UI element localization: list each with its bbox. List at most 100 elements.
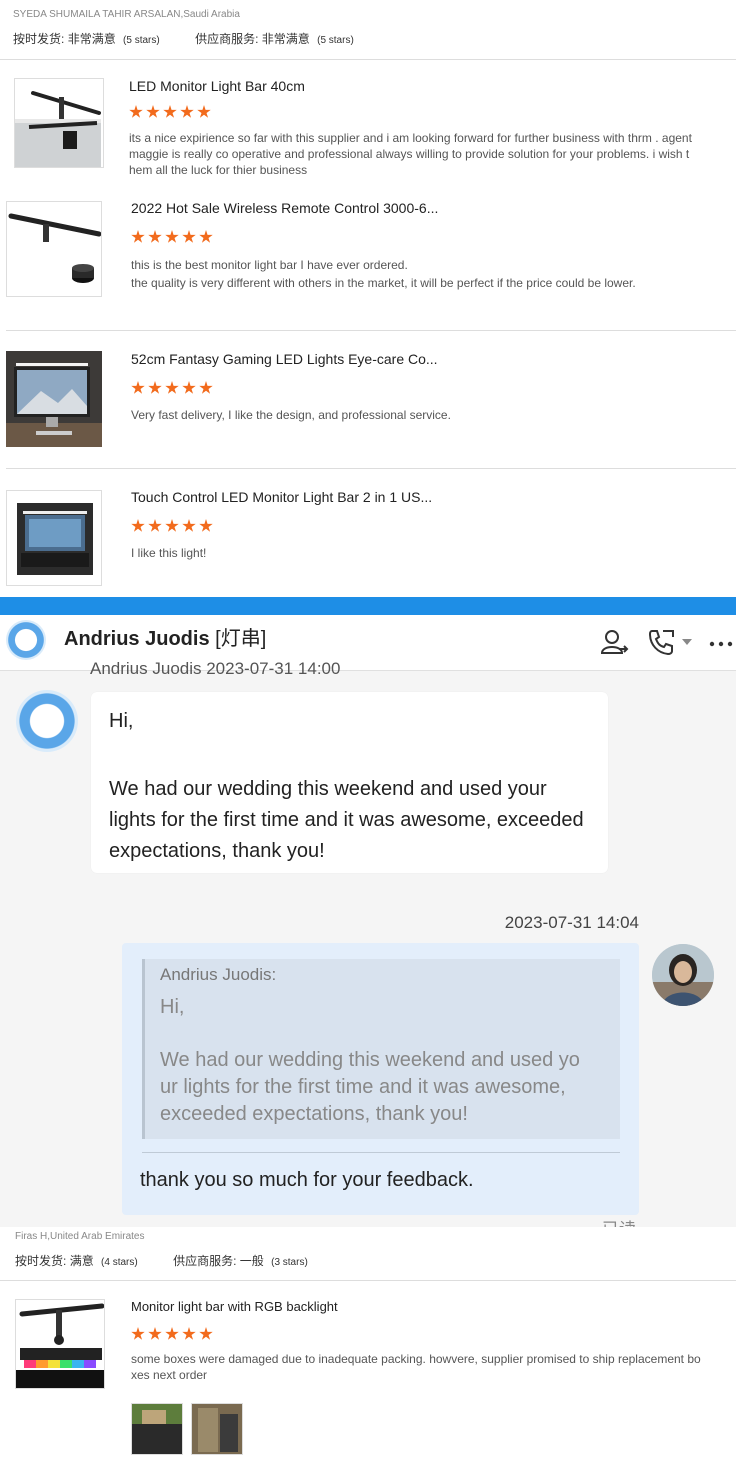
quoted-greeting: Hi, bbox=[160, 996, 185, 1018]
service-value: 非常满意 bbox=[261, 32, 310, 46]
review-text-line: maggie is really co operative and profes… bbox=[129, 147, 690, 161]
reviewer-name: SYEDA SHUMAILA TAHIR ARSALAN,Saudi Arabi… bbox=[13, 9, 240, 20]
star-icon bbox=[165, 1327, 179, 1340]
star-icon bbox=[148, 1327, 162, 1340]
service-rating: 供应商服务: 非常满意 (5 stars) bbox=[195, 30, 354, 47]
incoming-message-bubble[interactable]: Hi, We had our wedding this weekend and … bbox=[91, 692, 608, 873]
star-icon bbox=[199, 230, 213, 243]
divider bbox=[6, 330, 736, 331]
reply-divider bbox=[142, 1152, 620, 1153]
contact-name[interactable]: Andrius Juodis [灯串] bbox=[64, 622, 266, 651]
quoted-message[interactable]: Andrius Juodis: Hi, We had our wedding t… bbox=[142, 959, 620, 1139]
quoted-sender: Andrius Juodis: bbox=[160, 965, 277, 984]
product-title[interactable]: Monitor light bar with RGB backlight bbox=[131, 1299, 338, 1314]
shipping-stars-note: (4 stars) bbox=[101, 1257, 138, 1268]
star-icon bbox=[163, 105, 177, 118]
review-photo[interactable] bbox=[131, 1403, 183, 1455]
star-rating bbox=[131, 519, 213, 533]
message-body: We had our wedding this weekend and used… bbox=[109, 778, 584, 862]
reviewer-name: Firas H,United Arab Emirates bbox=[15, 1231, 145, 1242]
divider bbox=[0, 59, 736, 60]
review-text: Very fast delivery, I like the design, a… bbox=[131, 407, 451, 423]
review-text-line: the quality is very different with other… bbox=[131, 276, 636, 290]
ratings-summary: 按时发货: 非常满意 (5 stars) 供应商服务: 非常满意 (5 star… bbox=[13, 30, 354, 47]
star-icon bbox=[131, 1327, 145, 1340]
star-icon bbox=[131, 381, 145, 394]
phone-call-icon[interactable] bbox=[646, 627, 676, 657]
message-timestamp: 2023-07-31 14:04 bbox=[504, 913, 639, 932]
product-thumbnail[interactable] bbox=[14, 78, 104, 168]
laptop-light-image bbox=[17, 503, 93, 575]
product-title[interactable]: Touch Control LED Monitor Light Bar 2 in… bbox=[131, 489, 432, 505]
product-thumbnail[interactable] bbox=[6, 201, 102, 297]
star-icon bbox=[199, 1327, 213, 1340]
service-stars-note: (5 stars) bbox=[317, 35, 354, 46]
star-icon bbox=[131, 519, 145, 532]
review-text: some boxes were damaged due to inadequat… bbox=[131, 1351, 701, 1383]
outgoing-message-bubble[interactable]: Andrius Juodis: Hi, We had our wedding t… bbox=[122, 943, 639, 1215]
chevron-down-icon[interactable] bbox=[680, 635, 694, 649]
star-icon bbox=[182, 230, 196, 243]
shipping-stars-note: (5 stars) bbox=[123, 35, 160, 46]
star-icon bbox=[165, 230, 179, 243]
review-text-line: this is the best monitor light bar I hav… bbox=[131, 258, 408, 272]
review-text-line: xes next order bbox=[131, 1368, 208, 1382]
review-text: its a nice expirience so far with this s… bbox=[129, 130, 692, 178]
sender-avatar[interactable] bbox=[16, 690, 78, 752]
divider bbox=[0, 1280, 736, 1281]
more-options-icon[interactable] bbox=[708, 629, 736, 659]
review-text-line: its a nice expirience so far with this s… bbox=[129, 131, 692, 145]
star-icon bbox=[165, 519, 179, 532]
product-thumbnail[interactable] bbox=[15, 1299, 105, 1389]
star-rating bbox=[131, 230, 213, 244]
star-icon bbox=[129, 105, 143, 118]
service-value: 一般 bbox=[239, 1254, 264, 1268]
service-label: 供应商服务: bbox=[173, 1254, 237, 1268]
chat-window-top-bar bbox=[0, 597, 736, 615]
star-icon bbox=[165, 381, 179, 394]
service-label: 供应商服务: bbox=[195, 32, 259, 46]
service-rating: 供应商服务: 一般 (3 stars) bbox=[173, 1254, 308, 1268]
star-icon bbox=[146, 105, 160, 118]
review-section-2: Firas H,United Arab Emirates 按时发货: 满意 (4… bbox=[0, 1227, 736, 1464]
star-icon bbox=[148, 519, 162, 532]
quoted-body: We had our wedding this weekend and used… bbox=[160, 1047, 610, 1128]
review-photo[interactable] bbox=[191, 1403, 243, 1455]
contact-avatar[interactable] bbox=[6, 620, 46, 660]
user-photo bbox=[652, 944, 714, 1006]
contact-transfer-icon[interactable] bbox=[599, 627, 629, 657]
review-text-line: hem all the luck for thier business bbox=[129, 163, 308, 177]
quoted-line: ur lights for the first time and it was … bbox=[160, 1076, 566, 1098]
star-rating bbox=[131, 381, 213, 395]
shipping-label: 按时发货: bbox=[13, 32, 65, 46]
product-title[interactable]: 2022 Hot Sale Wireless Remote Control 30… bbox=[131, 200, 438, 216]
shipping-value: 非常满意 bbox=[67, 32, 116, 46]
contact-name-text: Andrius Juodis bbox=[64, 628, 210, 650]
star-icon bbox=[131, 230, 145, 243]
chat-window: Andrius Juodis [灯串] Andrius Juodis 2023-… bbox=[0, 615, 736, 1227]
shipping-rating: 按时发货: 非常满意 (5 stars) bbox=[13, 30, 160, 47]
contact-tag: [灯串] bbox=[215, 628, 267, 650]
quoted-line: We had our wedding this weekend and used… bbox=[160, 1049, 580, 1071]
product-thumbnail[interactable] bbox=[6, 490, 102, 586]
star-rating bbox=[129, 105, 211, 119]
star-icon bbox=[182, 381, 196, 394]
monitor-light-image bbox=[6, 351, 102, 447]
reply-text: thank you so much for your feedback. bbox=[140, 1169, 474, 1191]
rgb-light-bar-image bbox=[16, 1303, 104, 1388]
product-thumbnail[interactable] bbox=[6, 351, 102, 447]
star-rating bbox=[131, 1327, 213, 1341]
product-title[interactable]: LED Monitor Light Bar 40cm bbox=[129, 78, 305, 94]
user-avatar[interactable] bbox=[652, 944, 714, 1006]
box-photo bbox=[132, 1404, 182, 1454]
quoted-line: exceeded expectations, thank you! bbox=[160, 1103, 468, 1125]
product-title[interactable]: 52cm Fantasy Gaming LED Lights Eye-care … bbox=[131, 351, 438, 367]
shipping-rating: 按时发货: 满意 (4 stars) bbox=[15, 1254, 141, 1268]
light-bar-image bbox=[15, 91, 101, 167]
review-text-line: some boxes were damaged due to inadequat… bbox=[131, 1352, 701, 1366]
star-icon bbox=[182, 1327, 196, 1340]
review-text: I like this light! bbox=[131, 545, 206, 561]
ratings-summary: 按时发货: 满意 (4 stars) 供应商服务: 一般 (3 stars) bbox=[15, 1252, 308, 1269]
divider bbox=[6, 468, 736, 469]
star-icon bbox=[199, 519, 213, 532]
